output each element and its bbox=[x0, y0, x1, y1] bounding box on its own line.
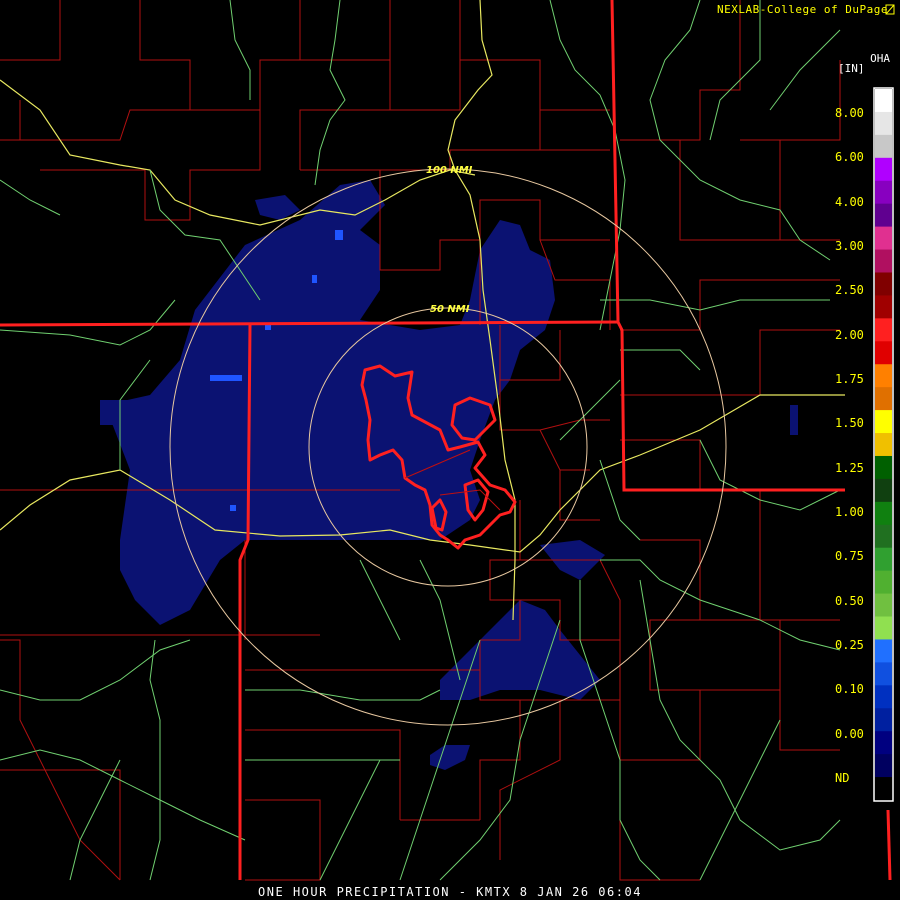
scale-swatch bbox=[875, 318, 892, 342]
scale-swatch bbox=[875, 410, 892, 434]
product-code: OHA bbox=[870, 52, 890, 65]
scale-swatch bbox=[875, 616, 892, 641]
scale-swatch bbox=[875, 754, 892, 778]
scale-swatch bbox=[875, 708, 892, 732]
scale-label: 3.00 bbox=[835, 239, 864, 253]
scale-swatch bbox=[875, 295, 892, 319]
scale-label: 0.10 bbox=[835, 682, 864, 697]
scale-swatch bbox=[875, 478, 892, 503]
color-scale-bar bbox=[875, 89, 892, 801]
scale-swatch bbox=[875, 662, 892, 686]
scale-swatch bbox=[875, 777, 892, 801]
scale-label: 0.00 bbox=[835, 726, 864, 741]
scale-swatch bbox=[875, 364, 892, 388]
scale-swatch bbox=[875, 341, 892, 365]
range-ring-label-100: 100 NMI bbox=[426, 165, 473, 176]
scale-swatch bbox=[875, 111, 892, 136]
scale-label: 8.00 bbox=[835, 106, 864, 120]
scale-swatch bbox=[875, 89, 892, 113]
scale-swatch bbox=[875, 639, 892, 663]
scale-label: 0.25 bbox=[835, 638, 864, 652]
precipitation-echoes bbox=[100, 180, 798, 770]
scale-swatch bbox=[875, 226, 892, 251]
scale-label: 1.00 bbox=[835, 505, 864, 519]
scale-label: 4.00 bbox=[835, 194, 864, 209]
scale-label: 2.50 bbox=[835, 283, 864, 298]
scale-label: 1.75 bbox=[835, 372, 864, 386]
scale-swatch bbox=[875, 203, 892, 228]
scale-swatch bbox=[875, 731, 892, 755]
scale-label: 1.25 bbox=[835, 460, 864, 475]
scale-swatch bbox=[875, 387, 892, 411]
scale-label: 0.75 bbox=[835, 549, 864, 564]
range-ring-label-50: 50 NMI bbox=[430, 304, 470, 315]
scale-label: 1.50 bbox=[835, 416, 864, 431]
scale-swatch bbox=[875, 157, 892, 182]
scale-swatch bbox=[875, 180, 892, 205]
radar-map: 100 NMI 50 NMI bbox=[0, 0, 895, 881]
scale-swatch bbox=[875, 501, 892, 526]
scale-swatch bbox=[875, 593, 892, 618]
credit-label: NEXLAB-College of DuPage bbox=[717, 3, 888, 16]
scale-swatch bbox=[875, 570, 892, 595]
scale-swatch bbox=[875, 685, 892, 709]
scale-label: 2.00 bbox=[835, 327, 864, 342]
scale-swatch bbox=[875, 524, 892, 549]
scale-label: ND bbox=[835, 771, 850, 785]
scale-swatch bbox=[875, 272, 892, 297]
scale-label: 0.50 bbox=[835, 593, 864, 608]
scale-units: [IN] bbox=[838, 62, 865, 75]
product-title: ONE HOUR PRECIPITATION - KMTX 8 JAN 26 0… bbox=[258, 885, 642, 899]
scale-swatch bbox=[875, 134, 892, 159]
scale-swatch bbox=[875, 249, 892, 274]
scale-swatch bbox=[875, 547, 892, 572]
scale-swatch bbox=[875, 455, 892, 480]
scale-swatch bbox=[875, 433, 892, 457]
scale-label: 6.00 bbox=[835, 150, 864, 165]
